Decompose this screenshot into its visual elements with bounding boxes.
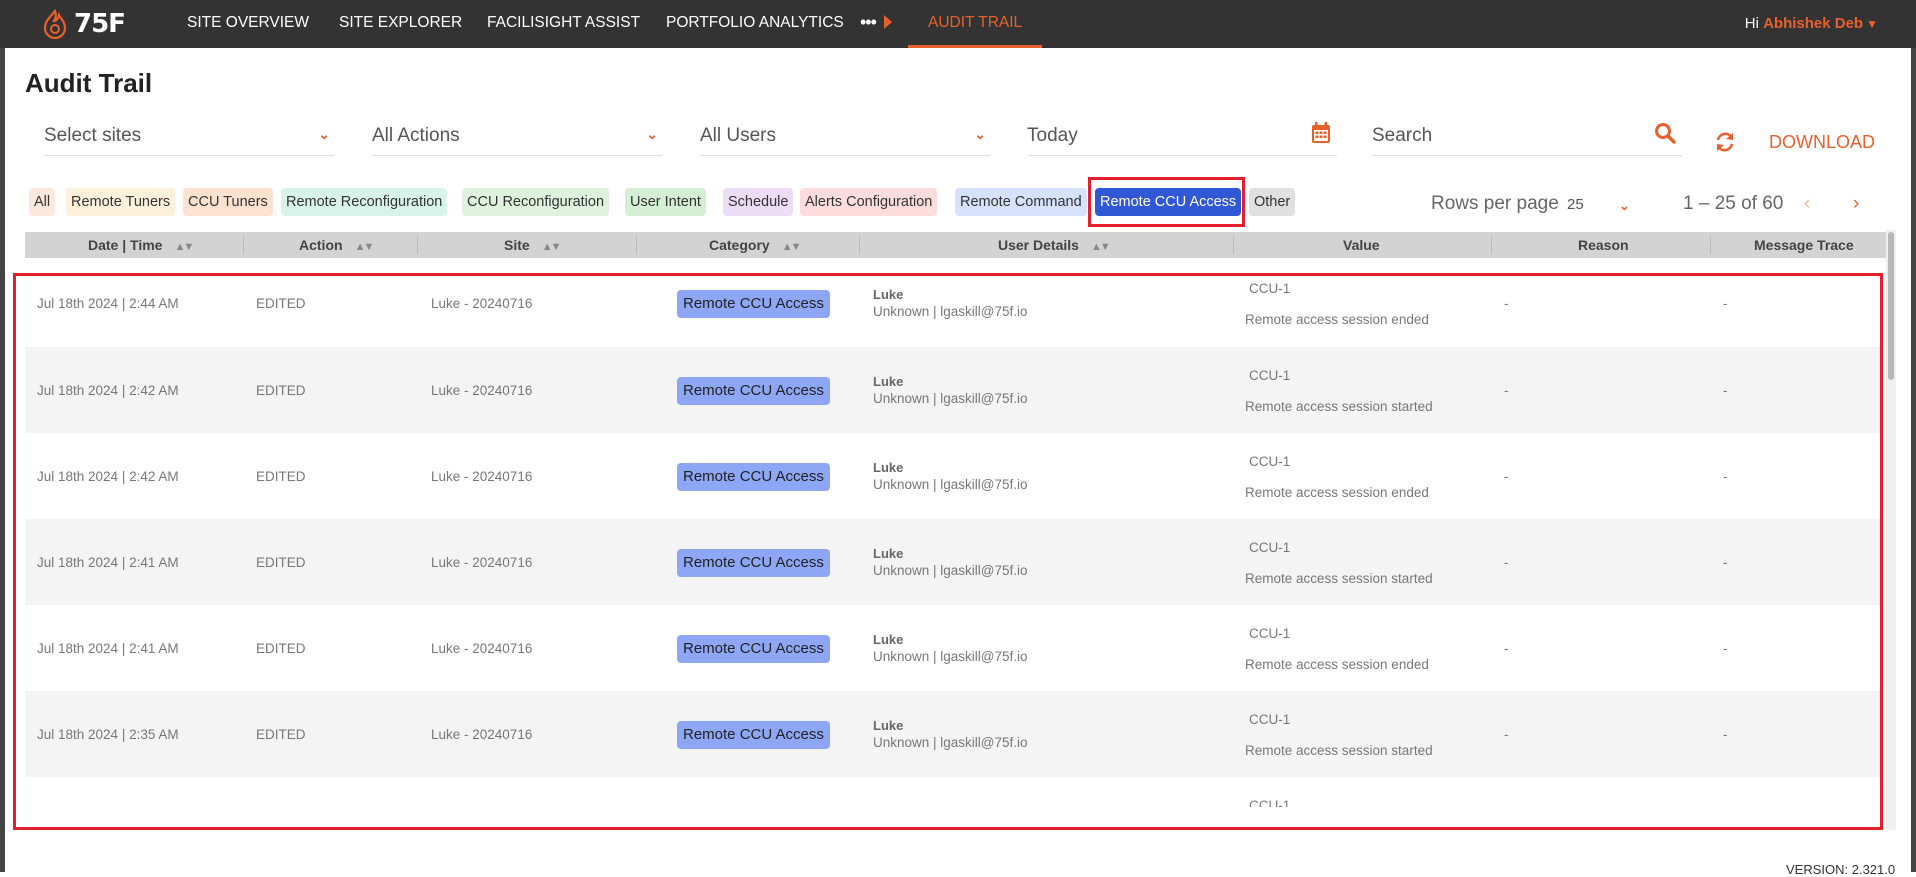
date-picker-value: Today xyxy=(1027,125,1078,146)
nav-audit-trail[interactable]: AUDIT TRAIL xyxy=(908,0,1043,48)
chip-remote-reconfiguration[interactable]: Remote Reconfiguration xyxy=(281,188,448,216)
nav-site-explorer[interactable]: SITE EXPLORER xyxy=(339,0,462,48)
column-divider xyxy=(243,236,244,254)
sort-icon[interactable]: ▲▼ xyxy=(1091,241,1111,253)
sites-select-placeholder: Select sites xyxy=(44,125,142,146)
column-divider xyxy=(417,236,418,254)
flame-logo-icon xyxy=(43,9,67,39)
chip-schedule[interactable]: Schedule xyxy=(723,188,794,216)
col-site[interactable]: Site ▲▼ xyxy=(504,232,562,258)
user-name: Abhishek Deb xyxy=(1763,15,1864,32)
col-datetime-label: Date | Time xyxy=(88,237,163,253)
column-divider xyxy=(1491,236,1492,254)
download-button[interactable]: DOWNLOAD xyxy=(1769,132,1875,153)
chevron-left-icon[interactable]: ‹ xyxy=(1804,193,1810,215)
sort-icon[interactable]: ▲▼ xyxy=(355,241,375,253)
col-reason-label: Reason xyxy=(1578,237,1629,253)
column-divider xyxy=(1233,236,1234,254)
col-reason: Reason xyxy=(1578,232,1629,258)
date-picker[interactable]: Today xyxy=(1027,118,1337,156)
actions-select[interactable]: All Actions ⌄ xyxy=(372,118,662,156)
calendar-icon[interactable] xyxy=(1311,122,1331,150)
column-divider xyxy=(859,236,860,254)
search-field[interactable]: Search xyxy=(1372,118,1682,156)
chip-alerts-configuration[interactable]: Alerts Configuration xyxy=(800,188,938,216)
chip-ccu-reconfiguration[interactable]: CCU Reconfiguration xyxy=(462,188,610,216)
chip-other[interactable]: Other xyxy=(1249,188,1296,216)
table-header: Date | Time ▲▼ Action ▲▼ Site ▲▼ Category ▲▼… xyxy=(25,232,1887,258)
col-site-label: Site xyxy=(504,237,530,253)
actions-select-value: All Actions xyxy=(372,125,460,146)
rows-per-page-label: Rows per page xyxy=(1431,193,1559,214)
page-title: Audit Trail xyxy=(25,68,153,98)
scrollbar-thumb[interactable] xyxy=(1888,232,1894,380)
window-border-left xyxy=(0,48,5,872)
search-input[interactable]: Search xyxy=(1372,125,1432,147)
chip-remote-command[interactable]: Remote Command xyxy=(955,188,1087,216)
chevron-down-icon: ▼ xyxy=(1866,17,1878,31)
col-value: Value xyxy=(1343,232,1380,258)
chip-all[interactable]: All xyxy=(29,188,56,216)
col-category[interactable]: Category ▲▼ xyxy=(709,232,802,258)
top-nav: 75F SITE OVERVIEW SITE EXPLORER FACILISI… xyxy=(0,0,1916,48)
col-value-label: Value xyxy=(1343,237,1380,253)
chip-ccu-tuners[interactable]: CCU Tuners xyxy=(183,188,273,216)
pagination-range: 1 – 25 of 60 xyxy=(1683,193,1784,214)
sites-select[interactable]: Select sites ⌄ xyxy=(44,118,334,156)
window-border-right xyxy=(1911,48,1916,872)
nav-arrow-icon[interactable] xyxy=(884,15,892,29)
logo-text: 75F xyxy=(74,9,126,39)
col-category-label: Category xyxy=(709,237,770,253)
nav-portfolio-analytics[interactable]: PORTFOLIO ANALYTICS xyxy=(666,0,844,48)
col-action-label: Action xyxy=(299,237,343,253)
nav-facilisight-assist[interactable]: FACILISIGHT ASSIST xyxy=(487,0,640,48)
version-label: VERSION: 2.321.0 xyxy=(1786,862,1896,877)
chip-user-intent[interactable]: User Intent xyxy=(625,188,706,216)
user-menu[interactable]: Hi Abhishek Deb ▼ xyxy=(1745,0,1878,48)
col-user-details[interactable]: User Details ▲▼ xyxy=(998,232,1111,258)
col-user-details-label: User Details xyxy=(998,237,1079,253)
search-icon[interactable] xyxy=(1654,122,1676,150)
nav-site-overview[interactable]: SITE OVERVIEW xyxy=(187,0,309,48)
sort-icon[interactable]: ▲▼ xyxy=(174,241,194,253)
col-message-trace: Message Trace xyxy=(1754,232,1854,258)
column-divider xyxy=(1710,236,1711,254)
rows-per-page-select[interactable]: 25 xyxy=(1567,196,1584,213)
users-select-value: All Users xyxy=(700,125,777,146)
chevron-down-icon: ⌄ xyxy=(974,126,986,142)
column-divider xyxy=(636,236,637,254)
chevron-right-icon[interactable]: › xyxy=(1853,193,1859,215)
selected-chip-highlight xyxy=(1088,177,1245,227)
chevron-down-icon: ⌄ xyxy=(646,126,658,142)
more-icon[interactable]: ••• xyxy=(860,12,877,33)
sort-icon[interactable]: ▲▼ xyxy=(782,241,802,253)
table-highlight xyxy=(13,273,1883,830)
greeting-text: Hi xyxy=(1744,15,1759,32)
col-action[interactable]: Action ▲▼ xyxy=(299,232,375,258)
chevron-down-icon: ⌄ xyxy=(318,126,330,142)
logo[interactable]: 75F xyxy=(42,6,126,42)
chip-remote-tuners[interactable]: Remote Tuners xyxy=(66,188,176,216)
chevron-down-icon[interactable]: ⌄ xyxy=(1619,198,1630,214)
col-datetime[interactable]: Date | Time ▲▼ xyxy=(88,232,194,258)
sort-icon[interactable]: ▲▼ xyxy=(542,241,562,253)
users-select[interactable]: All Users ⌄ xyxy=(700,118,990,156)
refresh-icon[interactable] xyxy=(1714,131,1736,158)
col-message-trace-label: Message Trace xyxy=(1754,237,1854,253)
